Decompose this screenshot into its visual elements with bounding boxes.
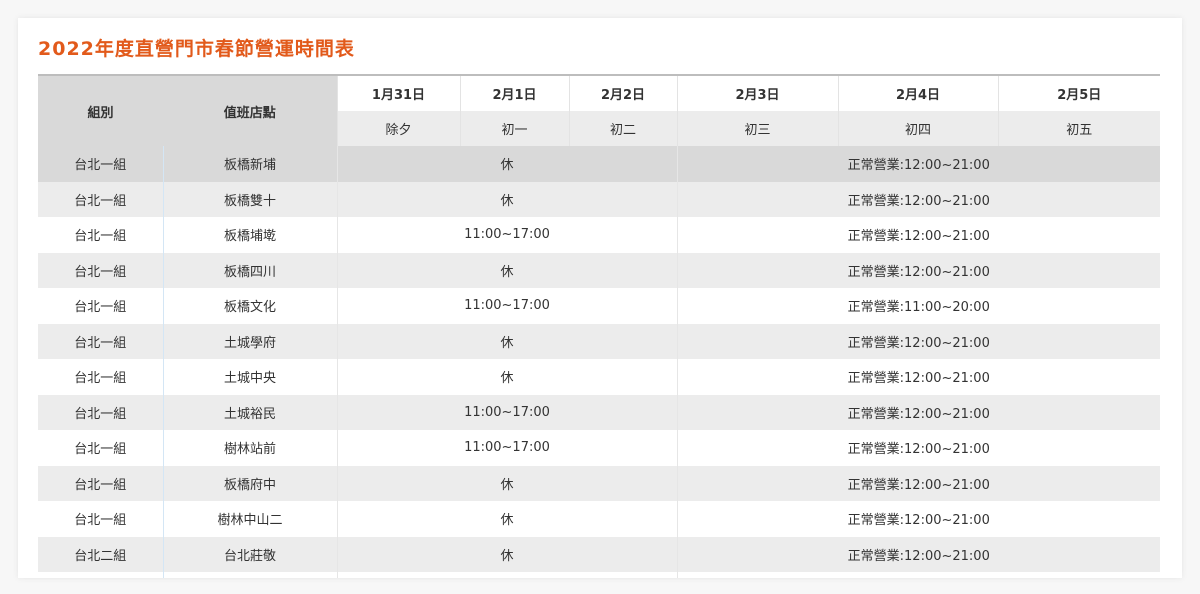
group-cell: 台北一組 [38,501,164,537]
group-cell: 台北一組 [38,394,164,430]
page-title: 2022年度直營門市春節營運時間表 [38,38,355,60]
table-row: 台北一組 板橋府中 休 正常營業:12:00~21:00 [38,465,1160,501]
header-date: 2月4日 [837,74,998,111]
header-row-dates: 組別 值班店點 1月31日 2月1日 2月2日 2月3日 2月4日 2月5日 [38,74,1160,146]
table-row: 台北一組 土城學府 休 正常營業:12:00~21:00 [38,323,1160,359]
early-hours-cell: 休 [337,252,678,288]
store-cell [163,572,338,578]
table-row: 台北一組 板橋雙十 休 正常營業:12:00~21:00 [38,181,1160,217]
store-cell: 板橋雙十 [163,181,338,217]
store-cell: 土城中央 [163,359,338,395]
normal-hours-cell: 正常營業:12:00~21:00 [677,181,1160,217]
header-lunar: 初一 [459,110,569,146]
early-hours-cell: 休 [337,146,678,182]
store-cell: 土城裕民 [163,394,338,430]
table-row: 台北一組 樹林中山二 休 正常營業:12:00~21:00 [38,501,1160,537]
normal-hours-cell: 正常營業:12:00~21:00 [677,252,1160,288]
group-cell: 台北一組 [38,146,164,182]
store-cell: 台北莊敬 [163,536,338,572]
early-hours-cell: 11:00~17:00 [337,394,678,430]
group-cell [38,572,164,578]
early-hours-cell: 11:00~17:00 [337,288,678,324]
table-row: 台北一組 板橋四川 休 正常營業:12:00~21:00 [38,252,1160,288]
early-hours-cell: 11:00~17:00 [337,430,678,466]
early-hours-cell: 休 [337,181,678,217]
header-lunar: 初三 [676,110,838,146]
early-hours-cell: 休 [337,536,678,572]
early-hours-cell [337,572,678,578]
header-lunar: 初五 [997,110,1160,146]
header-store: 值班店點 [163,74,337,146]
table-row: 台北一組 樹林站前 11:00~17:00 正常營業:12:00~21:00 [38,430,1160,466]
group-cell: 台北一組 [38,217,164,253]
table-row: 台北一組 板橋文化 11:00~17:00 正常營業:11:00~20:00 [38,288,1160,324]
header-date: 2月5日 [997,74,1160,111]
table-row: 台北一組 土城裕民 11:00~17:00 正常營業:12:00~21:00 [38,394,1160,430]
normal-hours-cell: 正常營業:12:00~21:00 [677,146,1160,182]
schedule-table: 組別 值班店點 1月31日 2月1日 2月2日 2月3日 2月4日 2月5日 除… [38,74,1160,578]
table-row: 台北一組 板橋埔墘 11:00~17:00 正常營業:12:00~21:00 [38,217,1160,253]
table-row: 台北一組 土城中央 休 正常營業:12:00~21:00 [38,359,1160,395]
group-cell: 台北一組 [38,181,164,217]
schedule-card: 2022年度直營門市春節營運時間表 組別 值班店點 1月31日 2月1日 2月2… [18,18,1182,578]
header-group: 組別 [38,74,163,146]
store-cell: 土城學府 [163,323,338,359]
early-hours-cell: 休 [337,501,678,537]
store-cell: 樹林站前 [163,430,338,466]
table-row [38,572,1160,578]
early-hours-cell: 11:00~17:00 [337,217,678,253]
group-cell: 台北一組 [38,359,164,395]
normal-hours-cell: 正常營業:12:00~21:00 [677,536,1160,572]
store-cell: 板橋四川 [163,252,338,288]
group-cell: 台北一組 [38,323,164,359]
normal-hours-cell: 正常營業:12:00~21:00 [677,430,1160,466]
store-cell: 板橋文化 [163,288,338,324]
group-cell: 台北一組 [38,288,164,324]
normal-hours-cell: 正常營業:12:00~21:00 [677,217,1160,253]
early-hours-cell: 休 [337,465,678,501]
group-cell: 台北一組 [38,430,164,466]
normal-hours-cell: 正常營業:12:00~21:00 [677,323,1160,359]
header-date: 2月2日 [568,74,677,111]
store-cell: 板橋新埔 [163,146,338,182]
store-cell: 板橋府中 [163,465,338,501]
group-cell: 台北二組 [38,536,164,572]
table-row: 台北一組 板橋新埔 休 正常營業:12:00~21:00 [38,146,1160,182]
normal-hours-cell: 正常營業:12:00~21:00 [677,359,1160,395]
table-row: 台北二組 台北莊敬 休 正常營業:12:00~21:00 [38,536,1160,572]
group-cell: 台北一組 [38,252,164,288]
early-hours-cell: 休 [337,359,678,395]
header-date: 1月31日 [336,74,460,111]
header-lunar: 初四 [837,110,998,146]
group-cell: 台北一組 [38,465,164,501]
store-cell: 板橋埔墘 [163,217,338,253]
normal-hours-cell [677,572,1160,578]
early-hours-cell: 休 [337,323,678,359]
header-lunar: 初二 [568,110,677,146]
normal-hours-cell: 正常營業:12:00~21:00 [677,465,1160,501]
normal-hours-cell: 正常營業:12:00~21:00 [677,394,1160,430]
header-lunar: 除夕 [336,110,460,146]
store-cell: 樹林中山二 [163,501,338,537]
header-date: 2月3日 [676,74,838,111]
header-date: 2月1日 [459,74,569,111]
normal-hours-cell: 正常營業:12:00~21:00 [677,501,1160,537]
normal-hours-cell: 正常營業:11:00~20:00 [677,288,1160,324]
